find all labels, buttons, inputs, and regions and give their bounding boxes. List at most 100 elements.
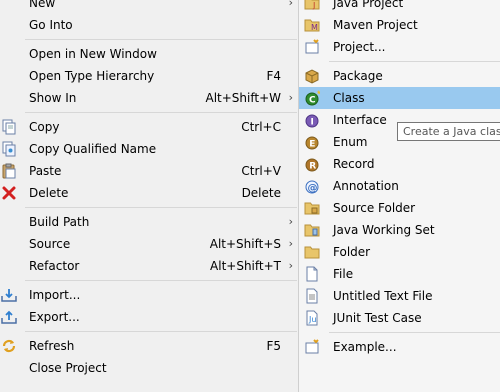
- menu-item-close-project[interactable]: Close Project: [0, 357, 297, 379]
- menu-item-new[interactable]: New ›: [0, 0, 297, 14]
- class-tooltip: Create a Java class: [397, 122, 500, 141]
- menu-item-copy-qualified-name[interactable]: Copy Qualified Name: [0, 138, 297, 160]
- menu-item-label: Java Working Set: [333, 223, 435, 237]
- menu-item-paste[interactable]: Paste Ctrl+V: [0, 160, 297, 182]
- new-item-maven-project[interactable]: M Maven Project: [299, 14, 500, 36]
- menu-item-label: Go Into: [29, 18, 73, 32]
- menu-item-label: Folder: [333, 245, 371, 259]
- new-item-record[interactable]: R Record: [299, 153, 500, 175]
- menu-item-label: Show In: [29, 91, 77, 105]
- submenu-arrow-icon: ›: [288, 259, 293, 272]
- menu-item-label: Paste: [29, 164, 62, 178]
- svg-text:M: M: [311, 23, 318, 32]
- menu-item-open-in-new-window[interactable]: Open in New Window: [0, 43, 297, 65]
- menu-item-refactor[interactable]: Refactor Alt+Shift+T ›: [0, 255, 297, 277]
- menu-item-label: Copy: [29, 120, 60, 134]
- menu-item-build-path[interactable]: Build Path ›: [0, 211, 297, 233]
- menu-item-label: Refresh: [29, 339, 75, 353]
- submenu-arrow-icon: ›: [288, 0, 293, 9]
- new-item-class[interactable]: C Class: [299, 87, 500, 109]
- menu-item-label: Example...: [333, 340, 397, 354]
- menu-item-label: Import...: [29, 288, 81, 302]
- menu-item-copy[interactable]: Copy Ctrl+C: [0, 116, 297, 138]
- shortcut-text: F5: [266, 339, 281, 353]
- menu-separator: [0, 204, 297, 211]
- enum-icon: E: [304, 134, 320, 150]
- menu-separator: [299, 58, 500, 65]
- class-icon: C: [304, 90, 320, 106]
- menu-separator: [299, 329, 500, 336]
- svg-text:R: R: [309, 162, 316, 172]
- menu-item-label: Class: [333, 91, 365, 105]
- menu-item-label: Java Project: [333, 0, 404, 10]
- source-folder-icon: [304, 200, 320, 216]
- menu-item-label: Delete: [29, 186, 69, 200]
- svg-text:J: J: [312, 1, 315, 10]
- menu-item-label: Record: [333, 157, 375, 171]
- new-item-annotation[interactable]: @ Annotation: [299, 175, 500, 197]
- menu-item-go-into[interactable]: Go Into: [0, 14, 297, 36]
- menu-separator: [0, 109, 297, 116]
- submenu-arrow-icon: ›: [288, 91, 293, 104]
- copy-icon: [1, 119, 17, 135]
- new-item-file[interactable]: File: [299, 263, 500, 285]
- menu-separator: [0, 36, 297, 43]
- java-project-icon: J: [304, 0, 320, 11]
- menu-item-export[interactable]: Export...: [0, 306, 297, 328]
- menu-item-source[interactable]: Source Alt+Shift+S ›: [0, 233, 297, 255]
- new-item-java-project[interactable]: J Java Project: [299, 0, 500, 14]
- menu-item-label: New: [29, 0, 56, 10]
- project-icon: [304, 39, 320, 55]
- menu-item-label: File: [333, 267, 354, 281]
- menu-item-label: Open in New Window: [29, 47, 157, 61]
- menu-item-show-in[interactable]: Show In Alt+Shift+W ›: [0, 87, 297, 109]
- package-icon: [304, 68, 320, 84]
- menu-item-label: Source Folder: [333, 201, 416, 215]
- new-item-package[interactable]: Package: [299, 65, 500, 87]
- menu-separator: [0, 328, 297, 335]
- svg-text:Ju: Ju: [308, 315, 316, 324]
- shortcut-text: Alt+Shift+W: [205, 91, 282, 105]
- new-submenu: J Java Project M Maven Project Project... Pac…: [298, 0, 500, 392]
- submenu-arrow-icon: ›: [288, 237, 293, 250]
- new-item-java-working-set[interactable]: Java Working Set: [299, 219, 500, 241]
- shortcut-text: Delete: [241, 186, 281, 200]
- new-item-junit-test-case[interactable]: Ju JUnit Test Case: [299, 307, 500, 329]
- new-item-example[interactable]: Example...: [299, 336, 500, 358]
- svg-text:E: E: [309, 140, 315, 150]
- menu-item-import[interactable]: Import...: [0, 284, 297, 306]
- new-item-folder[interactable]: Folder: [299, 241, 500, 263]
- new-item-untitled-text-file[interactable]: Untitled Text File: [299, 285, 500, 307]
- refresh-icon: [1, 338, 17, 354]
- context-menu: New › Go Into Open in New Window Open Type H…: [0, 0, 297, 392]
- menu-item-label: Copy Qualified Name: [29, 142, 157, 156]
- menu-separator: [0, 277, 297, 284]
- shortcut-text: Ctrl+C: [241, 120, 281, 134]
- menu-item-label: Refactor: [29, 259, 80, 273]
- annotation-icon: @: [304, 178, 320, 194]
- new-item-source-folder[interactable]: Source Folder: [299, 197, 500, 219]
- junit-test-case-icon: Ju: [304, 310, 320, 326]
- java-working-set-icon: [304, 222, 320, 238]
- shortcut-text: Ctrl+V: [241, 164, 281, 178]
- submenu-arrow-icon: ›: [288, 215, 293, 228]
- copy-qualified-name-icon: [1, 141, 17, 157]
- shortcut-text: Alt+Shift+S: [209, 237, 281, 251]
- paste-icon: [1, 163, 17, 179]
- shortcut-text: F4: [266, 69, 281, 83]
- svg-text:@: @: [308, 183, 318, 194]
- menu-item-label: Close Project: [29, 361, 107, 375]
- menu-item-label: Export...: [29, 310, 80, 324]
- menu-item-refresh[interactable]: Refresh F5: [0, 335, 297, 357]
- menu-item-label: Source: [29, 237, 71, 251]
- menu-item-label: Package: [333, 69, 383, 83]
- menu-item-label: Enum: [333, 135, 368, 149]
- record-icon: R: [304, 156, 320, 172]
- menu-item-open-type-hierarchy[interactable]: Open Type Hierarchy F4: [0, 65, 297, 87]
- menu-item-delete[interactable]: Delete Delete: [0, 182, 297, 204]
- menu-item-label: Interface: [333, 113, 387, 127]
- new-item-project[interactable]: Project...: [299, 36, 500, 58]
- svg-text:C: C: [309, 96, 316, 106]
- import-icon: [1, 287, 17, 303]
- menu-item-label: Annotation: [333, 179, 399, 193]
